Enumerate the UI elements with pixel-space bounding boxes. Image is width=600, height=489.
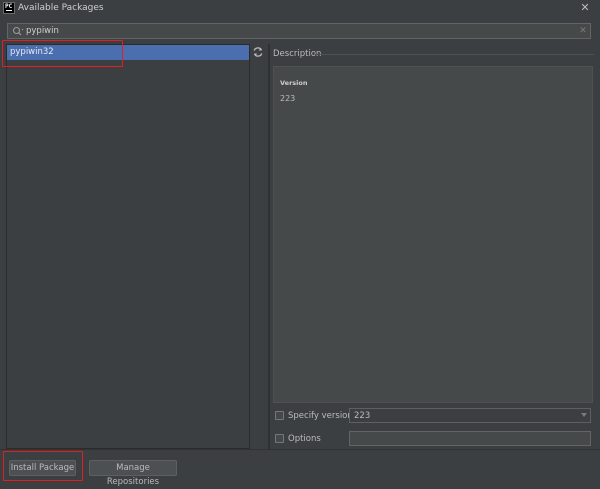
highlight-package-annotation xyxy=(2,40,123,67)
version-select-value: 223 xyxy=(354,411,371,421)
description-divider xyxy=(315,54,594,55)
list-toolbar xyxy=(250,44,269,449)
close-icon[interactable]: ✕ xyxy=(579,1,591,15)
highlight-install-annotation xyxy=(3,451,83,481)
app-icon-text: PC xyxy=(5,3,13,10)
search-input[interactable] xyxy=(26,24,566,38)
description-panel: Version 223 xyxy=(273,66,593,403)
chevron-down-icon xyxy=(581,413,587,417)
options-input[interactable] xyxy=(349,431,591,446)
pycharm-icon: PC xyxy=(3,2,15,14)
bottom-divider xyxy=(0,449,600,450)
specify-version-label: Specify version xyxy=(288,411,353,421)
options-checkbox[interactable] xyxy=(275,434,284,443)
refresh-icon[interactable] xyxy=(252,46,264,58)
package-list[interactable]: pypiwin32 xyxy=(6,44,250,449)
search-box[interactable]: ✕ xyxy=(7,23,591,39)
specify-version-checkbox[interactable] xyxy=(275,411,284,420)
window-title: Available Packages xyxy=(18,3,104,13)
panel-splitter[interactable] xyxy=(269,44,272,449)
version-select[interactable]: 223 xyxy=(349,408,591,423)
manage-repositories-button[interactable]: Manage Repositories xyxy=(89,460,177,487)
options-label: Options xyxy=(288,434,321,444)
clear-search-icon[interactable]: ✕ xyxy=(578,24,588,38)
version-value: 223 xyxy=(280,94,296,103)
version-heading: Version xyxy=(280,79,308,87)
search-icon xyxy=(12,26,24,36)
